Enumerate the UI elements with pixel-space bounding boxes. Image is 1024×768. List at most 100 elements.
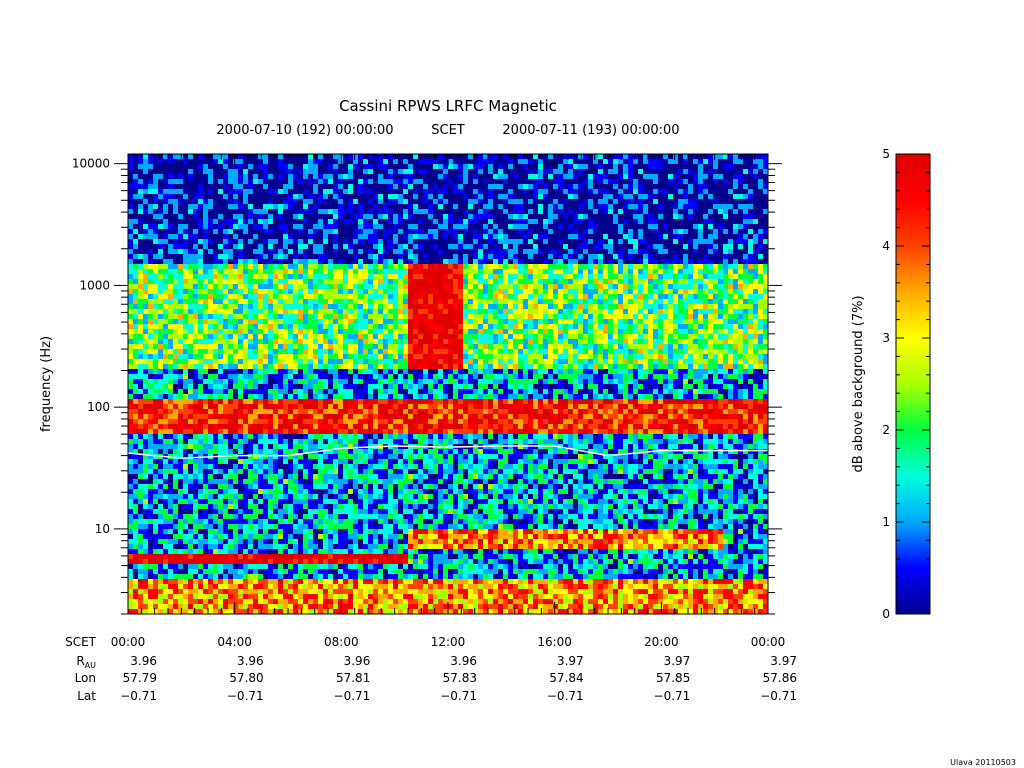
spectrogram-cell xyxy=(218,269,224,275)
spectrogram-cell xyxy=(258,189,264,195)
spectrogram-cell xyxy=(273,339,279,345)
spectrogram-cell xyxy=(718,179,724,185)
spectrogram-cell xyxy=(338,219,344,225)
spectrogram-cell xyxy=(613,184,619,190)
spectrogram-cell xyxy=(613,234,619,240)
spectrogram-cell xyxy=(488,224,494,230)
spectrogram-cell xyxy=(468,194,474,200)
spectrogram-cell xyxy=(713,274,719,280)
spectrogram-cell xyxy=(738,229,744,235)
spectrogram-cell xyxy=(398,229,404,235)
spectrogram-cell xyxy=(193,194,199,200)
spectrogram-cell xyxy=(223,309,229,315)
spectrogram-cell xyxy=(368,319,374,325)
spectrogram-cell xyxy=(448,244,454,250)
spectrogram-cell xyxy=(418,234,424,240)
spectrogram-cell xyxy=(313,204,319,210)
spectrogram-cell xyxy=(198,314,204,320)
spectrogram-cell xyxy=(153,254,159,260)
spectrogram-cell xyxy=(463,269,469,275)
spectrogram-cell xyxy=(573,174,579,180)
spectrogram-cell xyxy=(488,264,494,270)
spectrogram-cell xyxy=(248,284,254,290)
spectrogram-cell xyxy=(363,204,369,210)
spectrogram-cell xyxy=(708,324,714,330)
spectrogram-cell xyxy=(173,269,179,275)
spectrogram-cell xyxy=(558,344,564,350)
spectrogram-cell xyxy=(353,304,359,310)
spectrogram-cell xyxy=(168,219,174,225)
spectrogram-cell xyxy=(393,194,399,200)
spectrogram-cell xyxy=(193,344,199,350)
spectrogram-cell xyxy=(638,184,644,190)
spectrogram-cell xyxy=(738,284,744,290)
spectrogram-cell xyxy=(568,199,574,205)
spectrogram-cell xyxy=(328,179,334,185)
spectrogram-cell xyxy=(683,249,689,255)
spectrogram-cell xyxy=(358,319,364,325)
spectrogram-cell xyxy=(523,329,529,335)
spectrogram-cell xyxy=(638,299,644,305)
spectrogram-cell xyxy=(358,244,364,250)
spectrogram-cell xyxy=(163,254,169,260)
spectrogram-cell xyxy=(243,294,249,300)
spectrogram-cell xyxy=(668,309,674,315)
spectrogram-cell xyxy=(568,239,574,245)
spectrogram-cell xyxy=(488,334,494,340)
spectrogram-cell xyxy=(458,209,464,215)
spectrogram-cell xyxy=(513,279,519,285)
spectrogram-cell xyxy=(548,199,554,205)
spectrogram-cell xyxy=(243,229,249,235)
spectrogram-cell xyxy=(643,219,649,225)
spectrogram-cell xyxy=(163,264,169,270)
spectrogram-cell xyxy=(353,334,359,340)
spectrogram-cell xyxy=(738,234,744,240)
spectrogram-cell xyxy=(153,164,159,170)
spectrogram-cell xyxy=(713,319,719,325)
spectrogram-cell xyxy=(348,184,354,190)
spectrogram-cell xyxy=(313,304,319,310)
spectrogram-cell xyxy=(143,154,149,160)
spectrogram-cell xyxy=(153,249,159,255)
spectrogram-cell xyxy=(503,294,509,300)
spectrogram-cell xyxy=(293,304,299,310)
spectrogram-cell xyxy=(473,329,479,335)
spectrogram-cell xyxy=(253,324,259,330)
spectrogram-cell xyxy=(358,279,364,285)
spectrogram-cell xyxy=(198,169,204,175)
spectrogram-cell xyxy=(278,274,284,280)
spectrogram-cell xyxy=(588,304,594,310)
spectrogram-cell xyxy=(503,244,509,250)
spectrogram-cell xyxy=(233,234,239,240)
spectrogram-cell xyxy=(483,209,489,215)
spectrogram-cell xyxy=(673,294,679,300)
spectrogram-cell xyxy=(153,279,159,285)
spectrogram-cell xyxy=(163,344,169,350)
spectrogram-cell xyxy=(743,329,749,335)
spectrogram-cell xyxy=(163,324,169,330)
spectrogram-cell xyxy=(298,314,304,320)
spectrogram-cell xyxy=(383,314,389,320)
spectrogram-cell xyxy=(363,274,369,280)
spectrogram-cell xyxy=(293,209,299,215)
spectrogram-cell xyxy=(313,284,319,290)
spectrogram-cell xyxy=(653,164,659,170)
spectrogram-cell xyxy=(418,254,424,260)
spectrogram-cell xyxy=(343,309,349,315)
spectrogram-cell xyxy=(323,254,329,260)
spectrogram-cell xyxy=(463,189,469,195)
spectrogram-cell xyxy=(323,299,329,305)
spectrogram-cell xyxy=(663,339,669,345)
spectrogram-cell xyxy=(183,194,189,200)
spectrogram-cell xyxy=(738,194,744,200)
spectrogram-cell xyxy=(298,159,304,165)
spectrogram-cell xyxy=(293,224,299,230)
spectrogram-cell xyxy=(428,274,434,280)
spectrogram-cell xyxy=(198,344,204,350)
spectrogram-cell xyxy=(353,254,359,260)
spectrogram-cell xyxy=(618,244,624,250)
spectrogram-cell xyxy=(573,169,579,175)
spectrogram-cell xyxy=(458,319,464,325)
spectrogram-cell xyxy=(718,229,724,235)
spectrogram-cell xyxy=(413,209,419,215)
